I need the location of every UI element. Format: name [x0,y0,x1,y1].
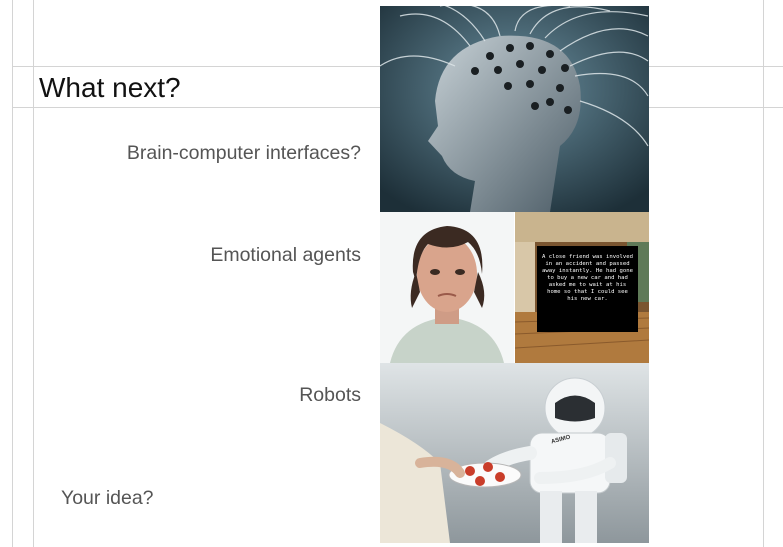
eeg-cap-head-icon [380,6,649,212]
item-brain-computer-interfaces: Brain-computer interfaces? [126,142,361,164]
item-your-idea: Your idea? [61,487,154,509]
asimo-robot-icon [380,363,649,543]
slide-title: What next? [39,72,181,103]
item-emotional-agents: Emotional agents [210,244,361,266]
asimo-robot-image: ASIMO [380,363,649,543]
inner-margin-line [12,0,13,547]
right-margin-line [763,0,764,547]
emotion-scene-image: A close friend was involved in an accide… [515,212,649,363]
virtual-human-face-icon [380,212,514,363]
emotion-scene-caption: A close friend was involved in an accide… [537,246,638,332]
item-robots: Robots [299,384,361,406]
eeg-cap-head-image [380,6,649,212]
virtual-human-face-image [380,212,514,363]
left-margin-line [33,0,34,547]
